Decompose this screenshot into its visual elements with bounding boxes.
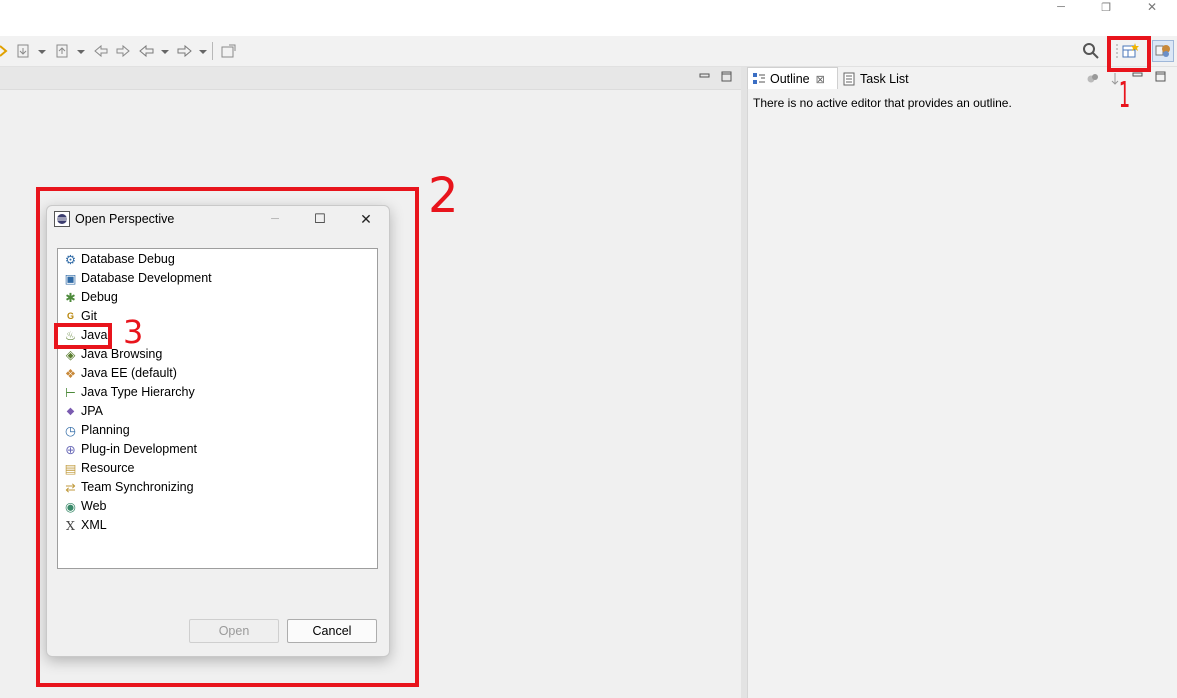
toolbar-wizard-button[interactable] [0, 42, 8, 60]
maximize-icon [721, 71, 732, 82]
minimize-icon: ─ [1057, 1, 1065, 13]
annotation-box-3 [54, 323, 112, 349]
java-ee-icon [1155, 45, 1170, 57]
task-list-icon [843, 72, 855, 86]
toolbar-last-edit-button[interactable] [92, 42, 132, 60]
window-title-bar [0, 0, 1177, 36]
wizard-icon [0, 45, 8, 57]
toolbar-pin-editor-button[interactable] [220, 42, 238, 60]
minimize-button[interactable]: ─ [1046, 0, 1076, 14]
editor-maximize-button[interactable] [721, 71, 733, 86]
back-icon [139, 44, 169, 58]
close-icon[interactable]: ⊠ [816, 73, 825, 86]
tab-task-list-label: Task List [860, 72, 909, 86]
toolbar-prev-annotation-button[interactable] [55, 42, 89, 60]
outline-icon [753, 73, 765, 84]
outline-empty-message: There is no active editor that provides … [753, 96, 1012, 110]
down-arrow-icon [17, 44, 46, 58]
up-arrow-icon [56, 44, 85, 58]
annotation-label-1: 1 [1118, 75, 1131, 116]
toolbar-back-button[interactable] [137, 42, 171, 60]
close-window-button[interactable]: ✕ [1137, 0, 1167, 14]
maximize-icon [1155, 71, 1166, 82]
annotation-label-2: 2 [428, 168, 459, 224]
tab-task-list[interactable]: Task List [843, 69, 909, 89]
annotation-label-3: 3 [123, 313, 144, 351]
pin-icon [221, 44, 236, 58]
annotation-box-2 [36, 187, 419, 687]
tab-outline[interactable]: Outline ⊠ [752, 69, 825, 89]
outline-maximize-button[interactable] [1155, 71, 1167, 86]
close-icon: ✕ [1146, 0, 1158, 14]
editor-minimize-button[interactable] [699, 70, 711, 85]
history-icon [94, 44, 130, 58]
minimize-icon [699, 73, 710, 78]
outline-panel [747, 67, 1177, 698]
restore-icon: ❐ [1101, 1, 1111, 14]
editor-tab-bar [0, 67, 741, 90]
forward-icon [177, 44, 207, 58]
toolbar-next-annotation-button[interactable] [16, 42, 50, 60]
tab-outline-label: Outline [770, 72, 810, 86]
toolbar-separator [212, 42, 213, 60]
search-button[interactable] [1082, 42, 1100, 60]
toolbar-forward-button[interactable] [175, 42, 209, 60]
outline-toolbar-button[interactable] [1086, 72, 1100, 89]
restore-button[interactable]: ❐ [1091, 0, 1121, 14]
outline-minimize-button[interactable] [1132, 70, 1144, 85]
link-editor-icon [1087, 74, 1098, 83]
java-ee-perspective-button[interactable] [1152, 40, 1174, 62]
annotation-box-1 [1107, 36, 1151, 72]
search-icon [1083, 43, 1099, 59]
